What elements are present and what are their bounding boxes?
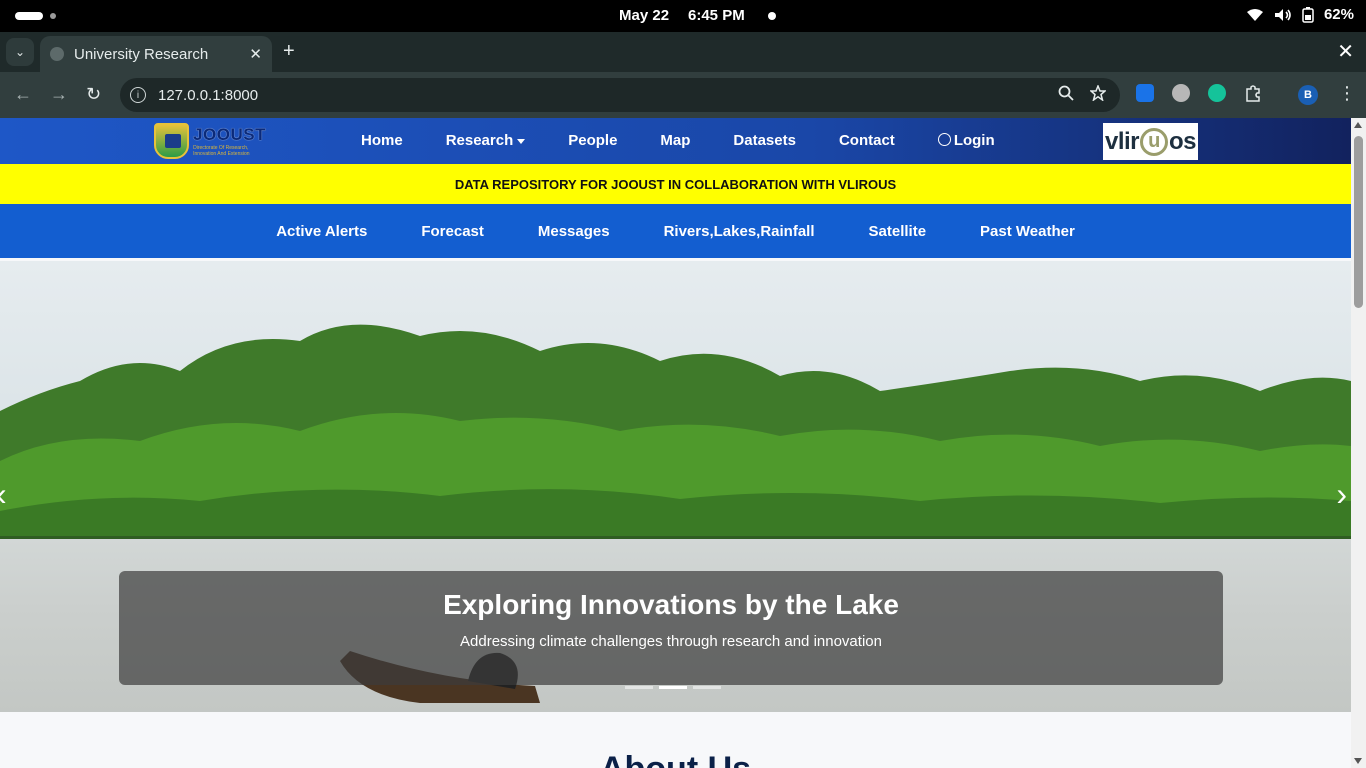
user-circle-icon bbox=[937, 133, 951, 146]
battery-icon bbox=[1302, 6, 1314, 23]
vliruos-logo-part-os: os bbox=[1169, 127, 1197, 155]
hero-title: Exploring Innovations by the Lake bbox=[443, 589, 899, 620]
browser-tab-active[interactable]: University Research ✕ bbox=[40, 36, 272, 72]
os-tray[interactable]: 62% bbox=[1246, 6, 1354, 23]
tab-title: University Research bbox=[74, 45, 209, 63]
extensions-row bbox=[1136, 84, 1262, 102]
crest-icon bbox=[154, 123, 190, 159]
os-notification-dot bbox=[768, 12, 776, 20]
nav-login[interactable]: Login bbox=[937, 132, 995, 149]
main-nav: Home Research People Map Datasets Contac… bbox=[361, 132, 1038, 149]
carousel-indicator-1[interactable] bbox=[625, 686, 653, 689]
subnav-active-alerts[interactable]: Active Alerts bbox=[276, 223, 367, 240]
profile-avatar[interactable]: B bbox=[1298, 85, 1318, 105]
hero-trees-image bbox=[0, 324, 1351, 551]
os-status-bar: May 22 6:45 PM 62% bbox=[0, 0, 1366, 32]
about-title: About Us bbox=[0, 750, 1351, 768]
hero-caption: Exploring Innovations by the Lake Addres… bbox=[119, 571, 1223, 685]
extension-grammarly-icon[interactable] bbox=[1208, 84, 1226, 102]
battery-percent: 62% bbox=[1323, 6, 1354, 23]
hero-carousel: ‹ › Exploring Innovations by the Lake Ad… bbox=[0, 261, 1351, 712]
caret-down-icon bbox=[517, 138, 526, 144]
new-tab-button[interactable]: + bbox=[283, 40, 295, 63]
zoom-icon[interactable] bbox=[1058, 85, 1074, 101]
hero-subtitle: Addressing climate challenges through re… bbox=[460, 633, 882, 650]
nav-home[interactable]: Home bbox=[361, 132, 403, 149]
subnav-forecast[interactable]: Forecast bbox=[421, 223, 484, 240]
extension-drive-icon[interactable] bbox=[1136, 84, 1154, 102]
url-text[interactable]: 127.0.0.1:8000 bbox=[158, 87, 258, 104]
chevron-down-icon: ⌄ bbox=[14, 45, 26, 59]
subnav-rivers-lakes-rainfall[interactable]: Rivers,Lakes,Rainfall bbox=[664, 223, 815, 240]
scroll-down-arrow-icon[interactable] bbox=[1354, 758, 1362, 764]
browser-menu-icon[interactable]: ⋮ bbox=[1338, 83, 1356, 104]
os-date: May 22 bbox=[619, 7, 670, 24]
address-bar[interactable]: i 127.0.0.1:8000 bbox=[120, 78, 1120, 112]
back-button[interactable]: ← bbox=[14, 84, 32, 105]
forward-button[interactable]: → bbox=[50, 84, 68, 105]
nav-map[interactable]: Map bbox=[660, 132, 690, 149]
tab-close-button[interactable]: ✕ bbox=[249, 45, 262, 63]
carousel-next-icon[interactable]: › bbox=[1336, 476, 1347, 513]
joost-logo[interactable]: JOOUST Directorate Of Research, Innovati… bbox=[154, 122, 266, 160]
nav-people[interactable]: People bbox=[568, 132, 617, 149]
scroll-thumb[interactable] bbox=[1354, 136, 1363, 308]
os-indicator-dot bbox=[50, 13, 56, 19]
page-viewport: JOOUST Directorate Of Research, Innovati… bbox=[0, 118, 1351, 768]
extension-globe-icon[interactable] bbox=[1172, 84, 1190, 102]
nav-datasets[interactable]: Datasets bbox=[733, 132, 796, 149]
carousel-indicator-3[interactable] bbox=[693, 686, 721, 689]
secondary-nav: Active Alerts Forecast Messages Rivers,L… bbox=[0, 204, 1351, 258]
extensions-puzzle-icon[interactable] bbox=[1244, 84, 1262, 102]
window-close-button[interactable]: ✕ bbox=[1337, 39, 1354, 64]
vliruos-logo-part-u: u bbox=[1140, 127, 1168, 156]
logo-subtitle: Directorate Of Research, Innovation And … bbox=[193, 145, 250, 157]
nav-contact[interactable]: Contact bbox=[839, 132, 895, 149]
bookmark-star-icon[interactable] bbox=[1090, 85, 1106, 101]
os-time: 6:45 PM bbox=[688, 7, 745, 24]
subnav-past-weather[interactable]: Past Weather bbox=[980, 223, 1075, 240]
carousel-prev-icon[interactable]: ‹ bbox=[0, 476, 7, 513]
about-section: About Us bbox=[0, 712, 1351, 768]
tab-search-button[interactable]: ⌄ bbox=[6, 38, 34, 66]
vliruos-logo[interactable]: vl i r u os bbox=[1103, 123, 1198, 160]
carousel-indicators bbox=[625, 686, 721, 689]
subnav-satellite[interactable]: Satellite bbox=[869, 223, 927, 240]
vliruos-logo-part-vl: vl bbox=[1104, 127, 1125, 155]
browser-tab-strip: ⌄ University Research ✕ + ✕ bbox=[0, 32, 1366, 72]
browser-toolbar: ← → ↻ i 127.0.0.1:8000 B ⋮ bbox=[0, 72, 1366, 118]
nav-login-label: Login bbox=[953, 132, 995, 149]
nav-research-dropdown[interactable]: Research bbox=[446, 132, 526, 149]
os-launcher-pill[interactable] bbox=[15, 12, 43, 20]
site-info-icon[interactable]: i bbox=[130, 87, 146, 103]
vliruos-logo-part-r: r bbox=[1130, 127, 1139, 155]
announcement-banner: DATA REPOSITORY FOR JOOUST IN COLLABORAT… bbox=[0, 164, 1351, 204]
reload-button[interactable]: ↻ bbox=[86, 84, 101, 105]
scroll-up-arrow-icon[interactable] bbox=[1354, 122, 1362, 128]
nav-research-label: Research bbox=[445, 132, 514, 149]
carousel-indicator-2[interactable] bbox=[659, 686, 687, 689]
logo-title: JOOUST bbox=[193, 125, 266, 144]
globe-icon bbox=[50, 47, 64, 61]
site-navbar: JOOUST Directorate Of Research, Innovati… bbox=[0, 118, 1351, 164]
volume-icon bbox=[1274, 8, 1291, 21]
subnav-messages[interactable]: Messages bbox=[538, 223, 610, 240]
page-scrollbar[interactable] bbox=[1351, 118, 1366, 768]
wifi-icon bbox=[1246, 8, 1263, 21]
